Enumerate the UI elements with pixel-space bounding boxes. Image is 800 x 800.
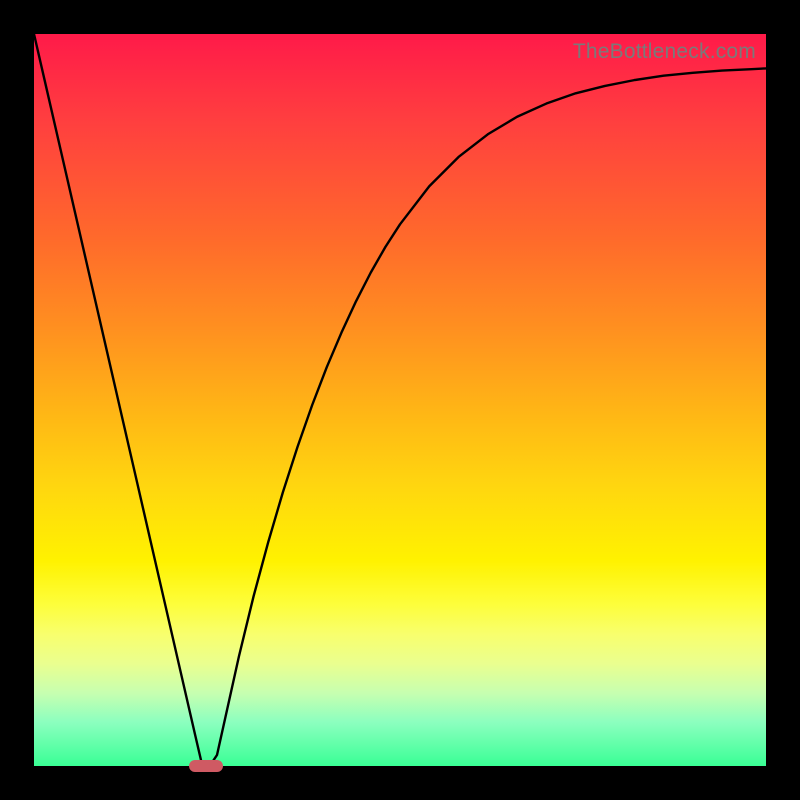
bottleneck-curve xyxy=(34,34,766,766)
plot-area: TheBottleneck.com xyxy=(34,34,766,766)
optimal-point-marker xyxy=(189,760,223,772)
chart-frame: TheBottleneck.com xyxy=(0,0,800,800)
